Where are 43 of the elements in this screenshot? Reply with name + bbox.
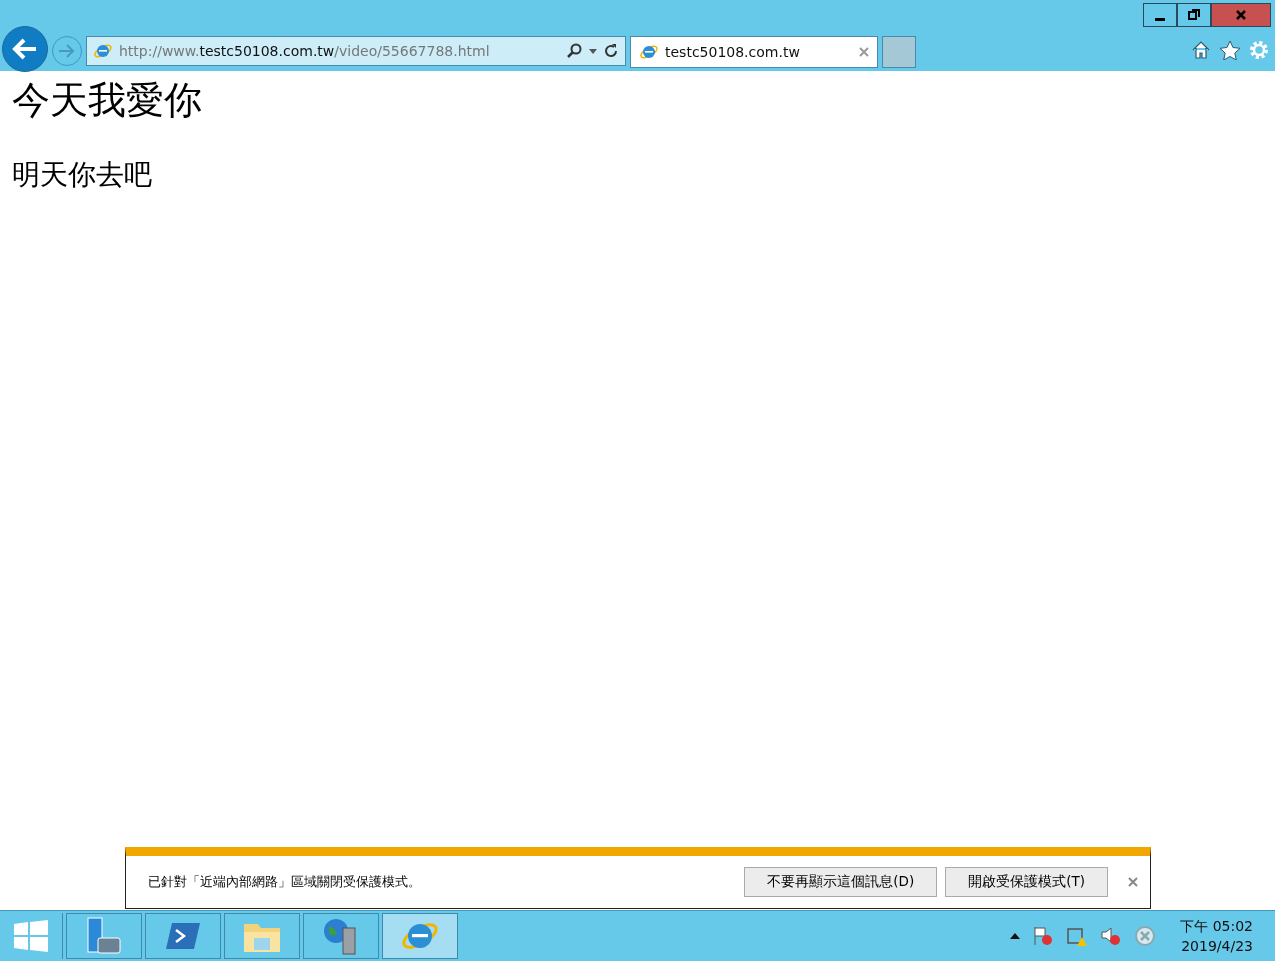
up-caret-icon[interactable] (1010, 933, 1021, 939)
taskbar-button[interactable] (382, 913, 458, 959)
home-icon[interactable] (1191, 40, 1211, 60)
notification-button[interactable]: 開啟受保護模式(T) (945, 867, 1108, 897)
restore-icon (1188, 9, 1200, 21)
settings-icon[interactable] (1249, 40, 1269, 60)
speaker-error-icon[interactable] (1100, 925, 1123, 947)
close-icon[interactable] (1128, 877, 1138, 887)
notification-button[interactable]: 不要再顯示這個訊息(D) (744, 867, 938, 897)
tab-close-icon[interactable] (859, 47, 869, 57)
windows-logo-icon (14, 920, 48, 952)
address-bar[interactable]: http://www.testc50108.com.tw/video/55667788.html (86, 36, 626, 66)
minimize-button[interactable] (1143, 3, 1177, 27)
notification-message: 已針對「近端內部網路」區域關閉受保護模式。 (148, 873, 422, 891)
close-icon (1235, 9, 1247, 21)
refresh-icon[interactable] (603, 43, 619, 59)
right-arrow-icon (58, 44, 76, 58)
clock[interactable]: 下午 05:02 2019/4/23 (1180, 916, 1253, 956)
close-button[interactable] (1211, 3, 1271, 27)
taskbar-button[interactable] (224, 913, 300, 959)
left-arrow-icon (12, 38, 38, 60)
taskbar-button[interactable] (303, 913, 379, 959)
search-icon[interactable] (567, 43, 583, 59)
new-tab-button[interactable] (882, 36, 916, 68)
restore-button[interactable] (1177, 3, 1211, 27)
url-text: http://www.testc50108.com.tw/video/55667788.html (119, 43, 491, 59)
flag-error-icon[interactable] (1032, 925, 1055, 947)
taskbar-button[interactable] (145, 913, 221, 959)
tab-title: testc50108.com.tw (665, 44, 801, 60)
circled-x-icon[interactable] (1134, 925, 1157, 947)
star-icon[interactable] (1219, 40, 1241, 60)
back-button[interactable] (2, 26, 48, 72)
terminal-icon (164, 921, 202, 951)
page-paragraph: 明天你去吧 (12, 157, 153, 193)
clock-date: 2019/4/23 (1181, 937, 1253, 956)
page-heading: 今天我愛你 (12, 77, 203, 124)
minimize-icon (1155, 17, 1165, 21)
server-toolbox-icon (84, 916, 124, 956)
taskbar-button[interactable] (66, 913, 142, 959)
clock-time: 下午 05:02 (1180, 917, 1253, 936)
network-warning-icon[interactable] (1066, 925, 1089, 947)
dropdown-caret-icon[interactable] (589, 48, 597, 54)
browser-tab[interactable]: testc50108.com.tw (630, 36, 878, 68)
